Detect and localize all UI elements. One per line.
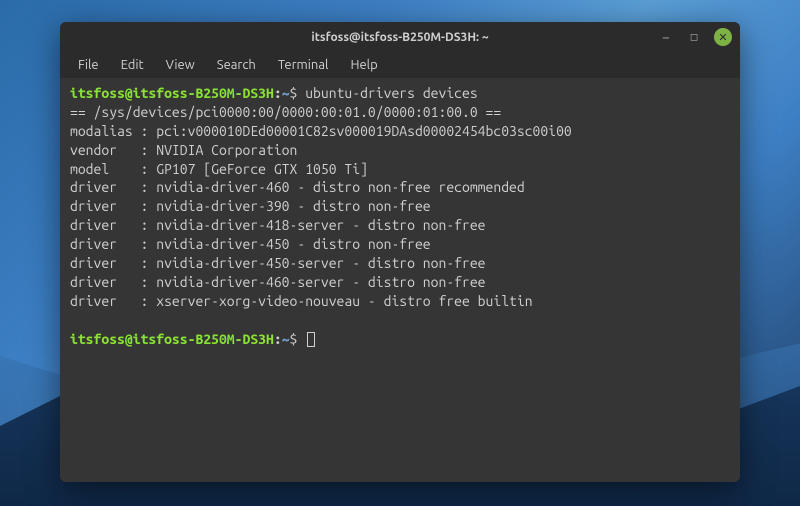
output-line: vendor : NVIDIA Corporation <box>70 141 730 160</box>
prompt-dollar: $ <box>290 85 298 101</box>
prompt-line-2: itsfoss@itsfoss-B250M-DS3H:~$ <box>70 330 730 349</box>
maximize-icon: ◻ <box>690 31 698 43</box>
output-line: driver : nvidia-driver-460-server - dist… <box>70 273 730 292</box>
prompt-userhost: itsfoss@itsfoss-B250M-DS3H <box>70 85 274 101</box>
output-line: driver : xserver-xorg-video-nouveau - di… <box>70 292 730 311</box>
menu-search[interactable]: Search <box>207 54 266 76</box>
prompt-colon: : <box>274 331 282 347</box>
terminal-body[interactable]: itsfoss@itsfoss-B250M-DS3H:~$ ubuntu-dri… <box>60 78 740 482</box>
menubar: File Edit View Search Terminal Help <box>60 52 740 78</box>
menu-help[interactable]: Help <box>340 54 387 76</box>
maximize-button[interactable]: ◻ <box>686 29 702 45</box>
output-line: == /sys/devices/pci0000:00/0000:00:01.0/… <box>70 103 730 122</box>
prompt-dollar: $ <box>290 331 298 347</box>
output-line: driver : nvidia-driver-450 - distro non-… <box>70 235 730 254</box>
command-text: ubuntu-drivers devices <box>305 85 477 101</box>
prompt-colon: : <box>274 85 282 101</box>
close-icon: ✕ <box>718 31 727 44</box>
prompt-path: ~ <box>282 85 290 101</box>
close-button[interactable]: ✕ <box>714 28 732 46</box>
blank-line <box>70 311 730 330</box>
prompt-line-1: itsfoss@itsfoss-B250M-DS3H:~$ ubuntu-dri… <box>70 84 730 103</box>
cursor-icon <box>307 332 315 347</box>
terminal-window: itsfoss@itsfoss-B250M-DS3H: ~ − ◻ ✕ File… <box>60 22 740 482</box>
minimize-icon: − <box>662 29 670 45</box>
output-line: driver : nvidia-driver-460 - distro non-… <box>70 178 730 197</box>
output-line: driver : nvidia-driver-418-server - dist… <box>70 216 730 235</box>
menu-edit[interactable]: Edit <box>111 54 154 76</box>
menu-file[interactable]: File <box>68 54 109 76</box>
window-controls: − ◻ ✕ <box>658 28 732 46</box>
prompt-userhost: itsfoss@itsfoss-B250M-DS3H <box>70 331 274 347</box>
minimize-button[interactable]: − <box>658 29 674 45</box>
output-line: model : GP107 [GeForce GTX 1050 Ti] <box>70 160 730 179</box>
output-line: driver : nvidia-driver-450-server - dist… <box>70 254 730 273</box>
menu-terminal[interactable]: Terminal <box>268 54 339 76</box>
prompt-path: ~ <box>282 331 290 347</box>
menu-view[interactable]: View <box>156 54 205 76</box>
output-line: driver : nvidia-driver-390 - distro non-… <box>70 197 730 216</box>
window-title: itsfoss@itsfoss-B250M-DS3H: ~ <box>311 31 488 44</box>
window-titlebar[interactable]: itsfoss@itsfoss-B250M-DS3H: ~ − ◻ ✕ <box>60 22 740 52</box>
output-line: modalias : pci:v000010DEd00001C82sv00001… <box>70 122 730 141</box>
